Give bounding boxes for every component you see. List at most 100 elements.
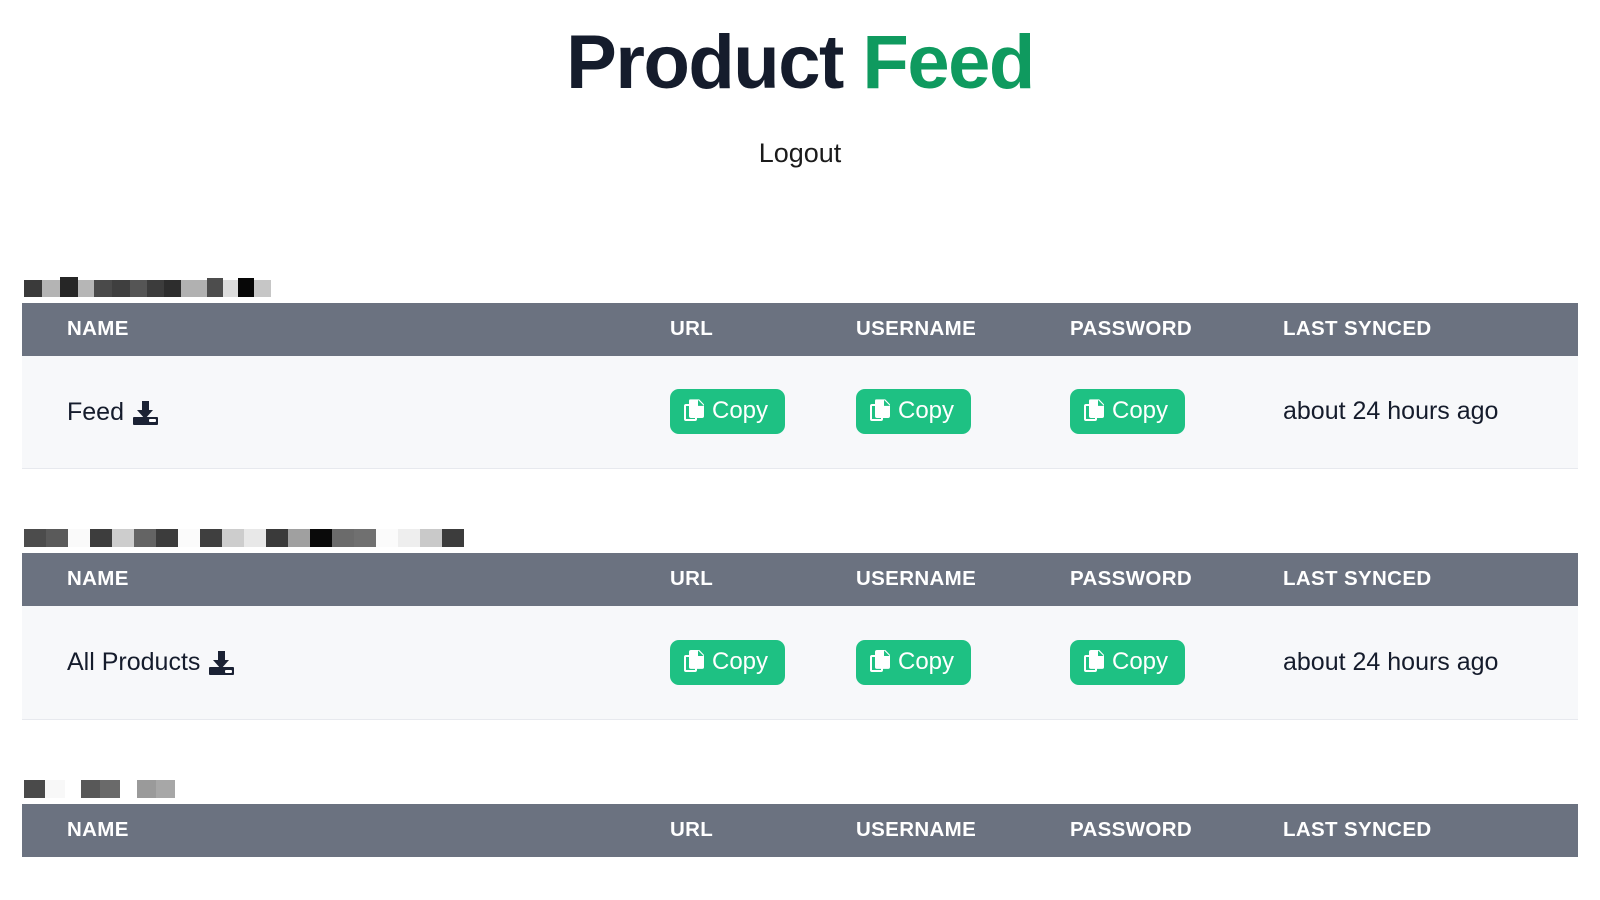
- redacted-block: [310, 529, 332, 548]
- redacted-block: [442, 529, 464, 548]
- redacted-block: [65, 779, 81, 798]
- column-header-synced: LAST SYNCED: [1283, 817, 1432, 841]
- column-header-url: URL: [670, 316, 714, 340]
- table-row: Feed Copy Copy Copy about 24 hours ago: [22, 355, 1578, 469]
- cell-name: Feed: [22, 356, 670, 469]
- redacted-block: [420, 529, 442, 548]
- column-header-password: PASSWORD: [1070, 567, 1193, 591]
- redacted-block: [266, 529, 288, 548]
- redacted-block: [78, 279, 94, 297]
- copy-button[interactable]: Copy: [670, 389, 786, 435]
- feed-section: NAME URL USERNAME PASSWORD LAST SYNCED Feed Co…: [22, 253, 1578, 470]
- copy-button[interactable]: Copy: [670, 639, 786, 685]
- column-header-synced: LAST SYNCED: [1283, 567, 1432, 591]
- redacted-block: [46, 529, 68, 548]
- column-header-url: URL: [670, 817, 714, 841]
- column-header-username: USERNAME: [856, 567, 977, 591]
- redacted-block: [120, 779, 137, 798]
- cell-password: Copy: [1070, 356, 1283, 469]
- redacted-block: [112, 529, 134, 548]
- page-title-accent: Feed: [862, 20, 1035, 105]
- cell-url: Copy: [670, 356, 856, 469]
- copy-button-label: Copy: [712, 397, 769, 425]
- redacted-block: [398, 529, 420, 548]
- cell-username: Copy: [856, 606, 1070, 719]
- column-header-name: NAME: [67, 316, 129, 340]
- copy-documents-icon: [684, 399, 705, 423]
- table-row: All Products Copy Copy Copy about 24 hours a…: [22, 606, 1578, 720]
- column-header-name: NAME: [67, 817, 129, 841]
- feed-name-label: Feed: [67, 397, 124, 426]
- copy-button-label: Copy: [1112, 647, 1169, 675]
- feed-table: NAME URL USERNAME PASSWORD LAST SYNCED All Pr…: [22, 553, 1578, 720]
- redacted-block: [223, 279, 238, 297]
- redacted-block: [68, 529, 90, 548]
- copy-documents-icon: [870, 399, 891, 423]
- copy-button-label: Copy: [1112, 397, 1169, 425]
- redacted-block: [112, 279, 130, 297]
- copy-documents-icon: [1084, 399, 1105, 423]
- redacted-block: [100, 779, 120, 798]
- feed-section: NAME URL USERNAME PASSWORD LAST SYNCED All Pr…: [22, 503, 1578, 720]
- redacted-block: [24, 779, 45, 798]
- redacted-section-heading: [24, 754, 1578, 798]
- redacted-block: [60, 276, 78, 297]
- redacted-block: [222, 529, 244, 548]
- redacted-block: [207, 277, 223, 297]
- product-feed-page: Product Feed Logout NAME URL USERNAME PASSW…: [0, 0, 1600, 900]
- page-header: Product Feed Logout: [0, 0, 1600, 169]
- cell-username: Copy: [856, 356, 1070, 469]
- redacted-block: [130, 279, 147, 297]
- redacted-block: [288, 529, 310, 548]
- feed-name-label: All Products: [67, 648, 201, 677]
- redacted-block: [137, 779, 156, 798]
- redacted-block: [24, 279, 42, 297]
- redacted-block: [181, 279, 207, 297]
- copy-documents-icon: [1084, 649, 1105, 674]
- redacted-block: [254, 279, 271, 297]
- logout-link[interactable]: Logout: [759, 138, 842, 168]
- copy-button[interactable]: Copy: [856, 389, 972, 435]
- redacted-block: [156, 779, 175, 798]
- copy-button-label: Copy: [898, 647, 955, 675]
- column-header-url: URL: [670, 567, 714, 591]
- copy-documents-icon: [870, 649, 891, 674]
- redacted-block: [156, 529, 178, 548]
- redacted-block: [90, 529, 112, 548]
- redacted-section-heading: [24, 503, 1578, 548]
- redacted-block: [178, 529, 200, 548]
- column-header-synced: LAST SYNCED: [1283, 316, 1432, 340]
- column-header-username: USERNAME: [856, 316, 977, 340]
- cell-last-synced: about 24 hours ago: [1283, 647, 1499, 676]
- redacted-block: [354, 529, 376, 548]
- redacted-section-heading: [24, 253, 1578, 297]
- redacted-block: [42, 279, 60, 297]
- column-header-name: NAME: [67, 567, 129, 591]
- redacted-block: [164, 279, 181, 297]
- copy-documents-icon: [684, 649, 705, 674]
- copy-button[interactable]: Copy: [856, 639, 972, 685]
- redacted-block: [376, 529, 398, 548]
- feed-table: NAME URL USERNAME PASSWORD LAST SYNCED: [22, 803, 1578, 857]
- feed-table: NAME URL USERNAME PASSWORD LAST SYNCED Feed Co…: [22, 302, 1578, 470]
- download-tray-icon: [209, 650, 235, 676]
- copy-button-label: Copy: [898, 397, 955, 425]
- feed-sections: NAME URL USERNAME PASSWORD LAST SYNCED Feed Co…: [0, 253, 1600, 857]
- redacted-block: [238, 277, 254, 297]
- copy-button-label: Copy: [712, 647, 769, 675]
- table-header-row: NAME URL USERNAME PASSWORD LAST SYNCED: [22, 302, 1578, 356]
- copy-button[interactable]: Copy: [1070, 639, 1186, 685]
- redacted-block: [332, 529, 354, 548]
- page-title: Product Feed: [0, 18, 1600, 108]
- redacted-block: [147, 279, 164, 297]
- column-header-password: PASSWORD: [1070, 817, 1193, 841]
- logout-row: Logout: [0, 138, 1600, 169]
- redacted-block: [134, 529, 156, 548]
- page-title-primary: Product: [566, 20, 844, 105]
- copy-button[interactable]: Copy: [1070, 389, 1186, 435]
- column-header-password: PASSWORD: [1070, 316, 1193, 340]
- redacted-block: [200, 529, 222, 548]
- redacted-block: [81, 779, 100, 798]
- redacted-block: [244, 529, 266, 548]
- column-header-username: USERNAME: [856, 817, 977, 841]
